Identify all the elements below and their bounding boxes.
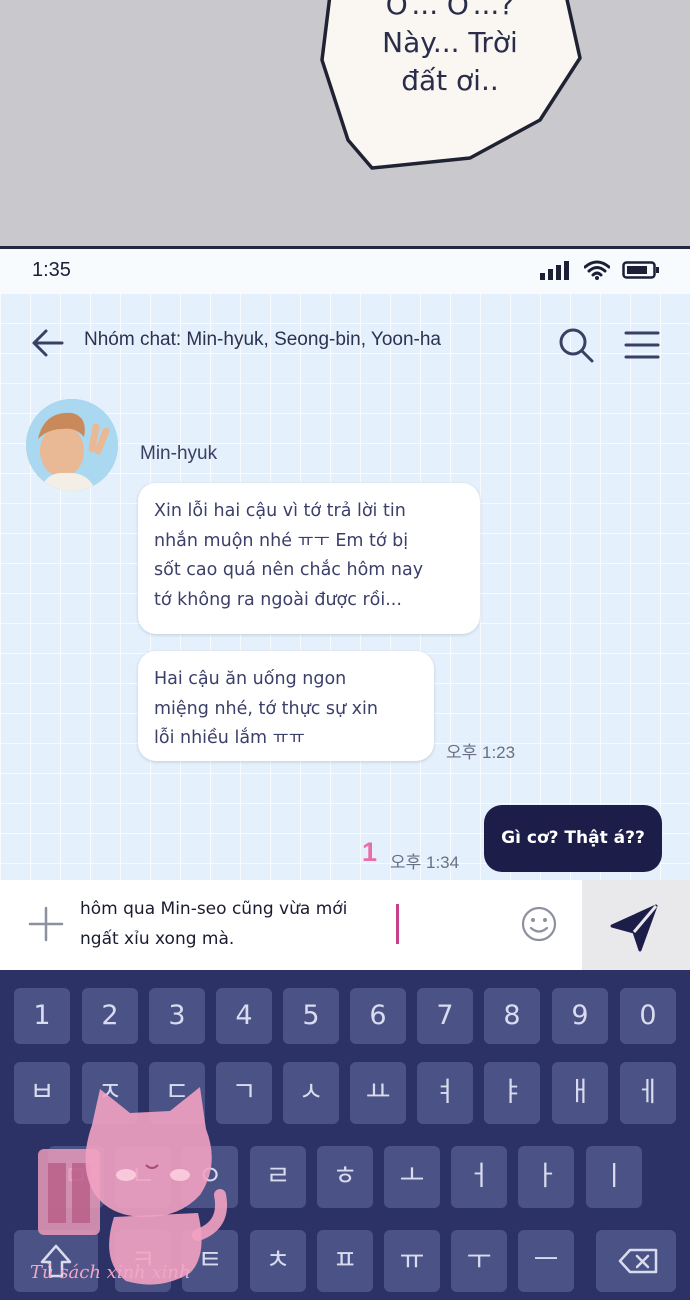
key[interactable]: ㅠ (384, 1230, 440, 1292)
speech-line: đất ơi.. (401, 64, 499, 97)
key[interactable]: ㅣ (586, 1146, 642, 1208)
text-cursor (396, 904, 399, 944)
key[interactable]: ㅐ (552, 1062, 608, 1124)
key[interactable]: ㅍ (317, 1230, 373, 1292)
key[interactable]: 0 (620, 988, 676, 1044)
battery-icon (622, 261, 659, 279)
message-line: Xin lỗi hai cậu vì tớ trả lời tin (154, 501, 406, 521)
plus-icon[interactable] (28, 906, 64, 942)
watermark-text: Tủ sách xinh xinh (30, 1262, 191, 1283)
key[interactable]: ㅡ (518, 1230, 574, 1292)
avatar[interactable] (26, 399, 118, 491)
key[interactable]: ㄱ (216, 1062, 272, 1124)
speech-line: Này... Trời (382, 26, 518, 59)
input-line: ngất xỉu xong mà. (80, 929, 235, 949)
input-line: hôm qua Min-seo cũng vừa mới (80, 899, 348, 919)
backspace-key[interactable] (596, 1230, 676, 1292)
key[interactable]: ㅂ (14, 1062, 70, 1124)
key[interactable]: ㅜ (451, 1230, 507, 1292)
back-arrow-icon[interactable] (28, 323, 68, 363)
key[interactable]: ㅅ (283, 1062, 339, 1124)
key[interactable]: ㅕ (417, 1062, 473, 1124)
speech-text: Ơ... Ơ...? Này... Trời đất ơi.. (350, 0, 550, 100)
chat-area[interactable]: Nhóm chat: Min-hyuk, Seong-bin, Yoon-ha … (0, 293, 690, 883)
key[interactable]: ㅁ (48, 1146, 104, 1208)
search-icon[interactable] (556, 325, 596, 365)
smiley-icon[interactable] (520, 905, 558, 943)
send-icon (610, 904, 658, 952)
wifi-icon (584, 260, 610, 280)
key[interactable]: 2 (82, 988, 138, 1044)
avatar-portrait (26, 399, 118, 491)
key[interactable]: ㄷ (149, 1062, 205, 1124)
key[interactable]: ㅛ (350, 1062, 406, 1124)
key[interactable]: ㅎ (317, 1146, 373, 1208)
key[interactable]: 7 (417, 988, 473, 1044)
chat-header: Nhóm chat: Min-hyuk, Seong-bin, Yoon-ha (0, 293, 690, 389)
key[interactable]: 9 (552, 988, 608, 1044)
message-timestamp: 오후 1:23 (446, 743, 516, 762)
chat-title: Nhóm chat: Min-hyuk, Seong-bin, Yoon-ha (84, 329, 441, 350)
key[interactable]: ㄹ (250, 1146, 306, 1208)
message-line: tớ không ra ngoài được rồi... (154, 589, 402, 610)
outgoing-message[interactable]: Gì cơ? Thật á?? (484, 805, 662, 872)
status-time: 1:35 (32, 259, 71, 281)
speech-bubble (320, 0, 582, 170)
key[interactable]: ㅓ (451, 1146, 507, 1208)
keyboard: 1 2 3 4 5 6 7 8 9 0 ㅂ ㅈ ㄷ ㄱ ㅅ ㅛ ㅕ ㅑ ㅐ ㅔ … (0, 970, 690, 1300)
sender-name: Min-hyuk (140, 443, 218, 464)
key[interactable]: 3 (149, 988, 205, 1044)
key[interactable]: 8 (484, 988, 540, 1044)
message-input[interactable]: hôm qua Min-seo cũng vừa mới ngất xỉu xo… (80, 894, 410, 958)
unread-count: 1 (362, 837, 378, 867)
status-icons (540, 260, 660, 280)
key[interactable]: 5 (283, 988, 339, 1044)
input-bar: hôm qua Min-seo cũng vừa mới ngất xỉu xo… (0, 880, 690, 970)
key[interactable]: ㅇ (182, 1146, 238, 1208)
key[interactable]: ㅊ (250, 1230, 306, 1292)
status-bar: 1:35 (0, 249, 690, 293)
key[interactable]: ㅗ (384, 1146, 440, 1208)
key[interactable]: 6 (350, 988, 406, 1044)
send-button[interactable] (582, 880, 690, 970)
key[interactable]: ㅔ (620, 1062, 676, 1124)
comic-panel: Ơ... Ơ...? Này... Trời đất ơi.. (0, 0, 690, 246)
incoming-message[interactable]: Xin lỗi hai cậu vì tớ trả lời tin nhắn m… (138, 483, 480, 634)
message-line: sốt cao quá nên chắc hôm nay (154, 560, 424, 580)
speech-line: Ơ... Ơ...? (385, 0, 515, 21)
message-timestamp: 오후 1:34 (390, 853, 460, 872)
key[interactable]: ㅈ (82, 1062, 138, 1124)
key[interactable]: ㅏ (518, 1146, 574, 1208)
key[interactable]: ㅑ (484, 1062, 540, 1124)
message-line: Hai cậu ăn uống ngon (154, 669, 347, 689)
message-line: nhắn muộn nhé ㅠㅜ Em tớ bị (154, 530, 409, 551)
key[interactable]: 1 (14, 988, 70, 1044)
backspace-icon (618, 1248, 658, 1274)
phone-screen: 1:35 Nhóm chat: Min-hyuk, Seong-bin, Yoo… (0, 246, 690, 1300)
menu-icon[interactable] (622, 325, 662, 365)
incoming-message[interactable]: Hai cậu ăn uống ngon miệng nhé, tớ thực … (138, 651, 434, 761)
key[interactable]: 4 (216, 988, 272, 1044)
signal-icon (540, 261, 569, 280)
message-line: miệng nhé, tớ thực sự xin (154, 698, 378, 719)
key[interactable]: ㄴ (115, 1146, 171, 1208)
message-line: lỗi nhiều lắm ㅠㅠ (154, 728, 305, 748)
